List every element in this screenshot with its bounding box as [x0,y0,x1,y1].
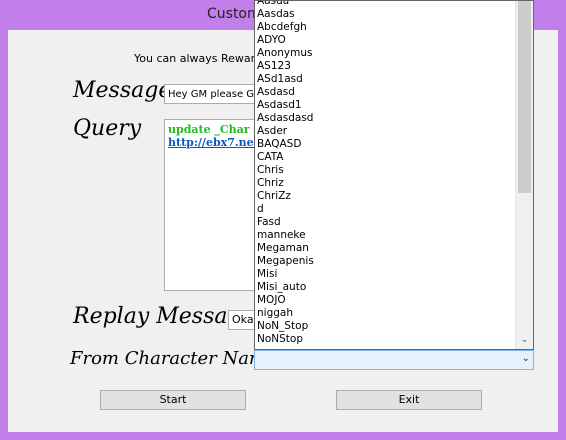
dropdown-item[interactable]: NoNStop [255,333,517,346]
dropdown-item[interactable]: d [255,203,517,216]
query-line: update _Char se [168,123,255,136]
dropdown-items: Aasda Aasdas Abcdefgh ADYO Anonymus AS123 ASd1… [255,1,517,346]
dropdown-item[interactable]: ASd1asd [255,73,517,86]
dropdown-item[interactable]: Fasd [255,216,517,229]
chevron-down-icon[interactable]: ⌄ [516,333,533,347]
dropdown-item[interactable]: Chris [255,164,517,177]
exit-button[interactable]: Exit [336,390,482,410]
dropdown-item[interactable]: Megapenis [255,255,517,268]
dropdown-item[interactable]: Asdasd [255,86,517,99]
dropdown-item[interactable]: BAQASD [255,138,517,151]
dropdown-item[interactable]: Asdasdasd [255,112,517,125]
dropdown-item[interactable]: ChriZz [255,190,517,203]
dropdown-item[interactable]: AS123 [255,60,517,73]
dropdown-item[interactable]: NoN_Stop [255,320,517,333]
dropdown-item[interactable]: Megaman [255,242,517,255]
dropdown-scrollbar[interactable]: ⌄ [515,1,533,349]
dropdown-item[interactable]: Asdasd1 [255,99,517,112]
dropdown-item[interactable]: Misi_auto [255,281,517,294]
dropdown-item[interactable]: niggah [255,307,517,320]
dropdown-item[interactable]: Abcdefgh [255,21,517,34]
from-character-label: From Character Name [70,348,277,369]
query-label: Query [73,116,142,141]
dropdown-item[interactable]: MOJO [255,294,517,307]
character-name-combobox[interactable]: ⌄ [254,350,534,370]
dropdown-item[interactable]: ADYO [255,34,517,47]
dropdown-item[interactable]: manneke [255,229,517,242]
start-button[interactable]: Start [100,390,246,410]
message-label: Message [73,78,172,103]
dropdown-item[interactable]: CATA [255,151,517,164]
dropdown-item[interactable]: Misi [255,268,517,281]
character-dropdown-list[interactable]: Aasda Aasdas Abcdefgh ADYO Anonymus AS123 ASd1… [254,0,534,350]
dropdown-item[interactable]: Chriz [255,177,517,190]
info-text: You can always Reward Y [134,52,260,65]
query-textarea[interactable]: update _Char se http://ebx7.net/ * [164,119,256,291]
dropdown-item[interactable]: Asder [255,125,517,138]
query-link[interactable]: http://ebx7.net/ [168,136,255,149]
application-window: Custom You can always Reward Y Message H… [0,0,566,440]
chevron-down-icon[interactable]: ⌄ [522,353,530,364]
dropdown-item[interactable]: Aasdas [255,8,517,21]
query-line: http://ebx7.net/ * [168,136,255,149]
window-title: Custom [207,6,261,22]
dropdown-item[interactable]: Anonymus [255,47,517,60]
dropdown-item[interactable]: Aasda [255,1,517,8]
message-input[interactable]: Hey GM please Giv [164,84,256,104]
scrollbar-thumb[interactable] [518,1,531,193]
